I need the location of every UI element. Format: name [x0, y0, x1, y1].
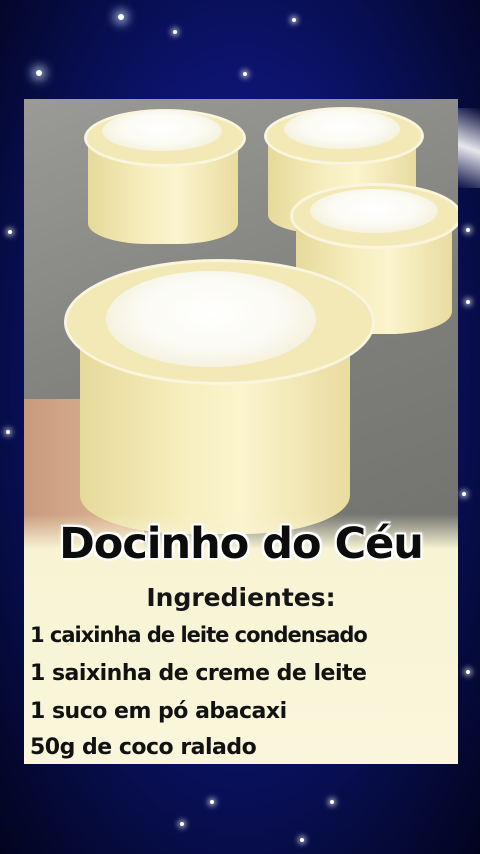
star-icon [6, 430, 10, 434]
ingredient-item: 50g de coco ralado [30, 735, 257, 760]
star-icon [210, 800, 214, 804]
star-icon [180, 822, 184, 826]
coconut-topping [106, 271, 316, 367]
star-icon [243, 72, 247, 76]
star-icon [36, 70, 42, 76]
star-icon [466, 228, 470, 232]
star-icon [300, 838, 304, 842]
star-icon [466, 670, 470, 674]
star-icon [118, 14, 124, 20]
star-icon [466, 300, 470, 304]
coconut-topping [284, 109, 400, 149]
ingredient-item: 1 suco em pó abacaxi [30, 699, 287, 724]
star-icon [462, 492, 466, 496]
light-streak [456, 108, 480, 188]
ingredient-item: 1 saixinha de creme de leite [30, 661, 367, 686]
recipe-title: Docinho do Céu [59, 519, 424, 569]
star-icon [292, 18, 296, 22]
coconut-topping [310, 189, 438, 233]
ingredients-heading: Ingredientes: [146, 583, 336, 612]
recipe-card: Docinho do Céu Ingredientes: 1 caixinha … [24, 99, 458, 764]
star-icon [173, 30, 177, 34]
star-icon [330, 800, 334, 804]
ingredient-item: 1 caixinha de leite condensado [30, 623, 368, 647]
coconut-topping [102, 111, 222, 151]
star-icon [8, 230, 12, 234]
